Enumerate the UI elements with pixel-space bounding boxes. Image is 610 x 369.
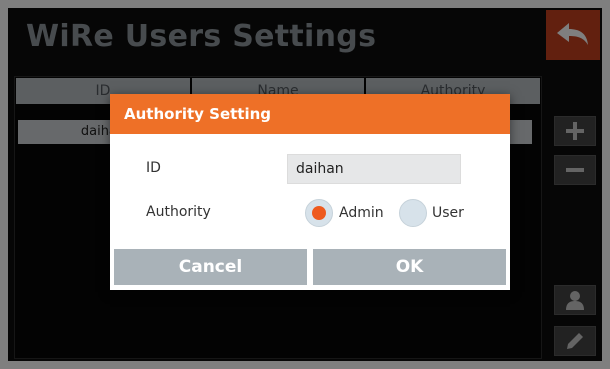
user-radio[interactable]	[399, 199, 427, 227]
id-label: ID	[146, 160, 161, 176]
radio-selected-dot	[312, 206, 326, 220]
authority-label: Authority	[146, 204, 211, 220]
admin-radio-label[interactable]: Admin	[339, 205, 384, 221]
admin-radio[interactable]	[305, 199, 333, 227]
authority-setting-dialog: Authority Setting ID daihan Authority Ad…	[110, 94, 510, 290]
user-radio-label[interactable]: User	[432, 205, 464, 221]
ok-button[interactable]: OK	[313, 249, 506, 285]
id-field[interactable]: daihan	[287, 154, 461, 184]
dialog-header: Authority Setting	[110, 94, 510, 134]
cancel-button[interactable]: Cancel	[114, 249, 307, 285]
dialog-title: Authority Setting	[124, 105, 272, 123]
